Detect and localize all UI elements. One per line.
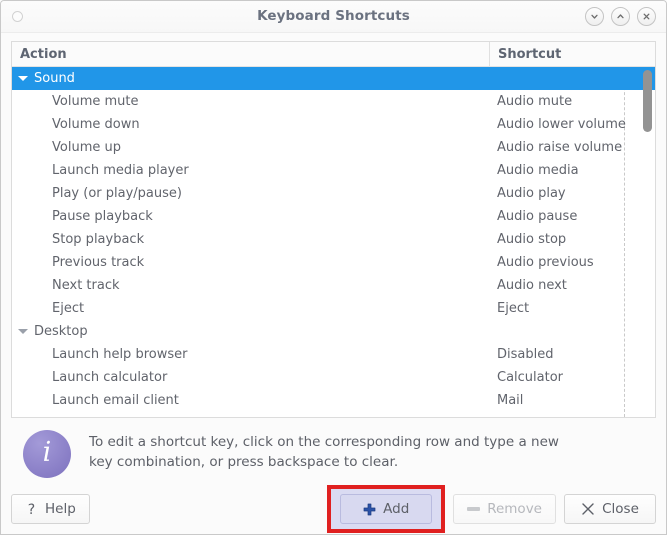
- button-bar: ? Help Add Remove Close: [1, 484, 666, 534]
- list-header: Action Shortcut: [12, 42, 655, 67]
- table-row[interactable]: Sound: [12, 67, 655, 90]
- list-rows: Sound Volume mute Audio mute Volume down Aud…: [12, 67, 655, 417]
- table-row[interactable]: Volume mute Audio mute: [12, 90, 655, 113]
- table-row[interactable]: Launch help browser Disabled: [12, 343, 655, 366]
- action-cell: Launch email client: [52, 393, 179, 408]
- shortcut-cell: Audio lower volume: [497, 117, 626, 132]
- minus-icon: [467, 507, 481, 511]
- shortcut-cell: Audio raise volume: [497, 140, 623, 155]
- shortcut-cell: Disabled: [497, 347, 554, 362]
- close-button[interactable]: [637, 7, 656, 26]
- action-cell: Play (or play/pause): [52, 186, 182, 201]
- close-dialog-button[interactable]: Close: [564, 494, 656, 524]
- table-row[interactable]: Pause playback Audio pause: [12, 205, 655, 228]
- shortcut-cell: Audio media: [497, 163, 579, 178]
- help-button-label: Help: [45, 501, 76, 517]
- group-row-label: Desktop: [12, 324, 489, 339]
- shortcut-cell: WWW: [489, 416, 655, 417]
- shortcut-cell: Audio play: [497, 186, 566, 201]
- action-cell: Volume up: [52, 140, 121, 155]
- action-cell: Launch web browser: [12, 416, 489, 417]
- keyboard-shortcuts-window: Keyboard Shortcuts Action Shortcut Sound…: [0, 0, 667, 535]
- action-cell: Volume down: [52, 117, 140, 132]
- scrollbar-thumb[interactable]: [643, 70, 652, 132]
- shortcut-cell: Audio previous: [497, 255, 594, 270]
- vertical-scrollbar[interactable]: [641, 67, 654, 416]
- help-button[interactable]: ? Help: [11, 494, 90, 524]
- disclosure-triangle-icon[interactable]: [18, 329, 28, 334]
- table-row[interactable]: Launch email client Mail: [12, 389, 655, 412]
- shortcut-cell: Audio mute: [497, 94, 573, 109]
- remove-button-label: Remove: [487, 501, 542, 517]
- disclosure-triangle-icon[interactable]: [18, 76, 28, 81]
- add-button[interactable]: Add: [340, 494, 433, 524]
- info-icon: i: [23, 430, 71, 478]
- action-cell: Next track: [52, 278, 120, 293]
- close-x-icon: [581, 502, 595, 516]
- chevron-up-icon: [615, 11, 626, 22]
- chevron-down-icon: [589, 11, 600, 22]
- title-bar: Keyboard Shortcuts: [1, 1, 666, 33]
- table-row[interactable]: Volume down Audio lower volume: [12, 113, 655, 136]
- shortcuts-list[interactable]: Action Shortcut Sound Volume mute Audio mu…: [11, 41, 656, 418]
- question-mark-icon: ?: [25, 502, 38, 517]
- action-cell: Launch media player: [52, 163, 189, 178]
- list-body: Sound Volume mute Audio mute Volume down Aud…: [12, 67, 655, 417]
- table-row[interactable]: Desktop: [12, 320, 655, 343]
- table-row[interactable]: Eject Eject: [12, 297, 655, 320]
- maximize-button[interactable]: [611, 7, 630, 26]
- close-x-icon: [641, 11, 652, 22]
- info-text: To edit a shortcut key, click on the cor…: [89, 434, 559, 470]
- add-button-highlight: Add: [327, 485, 446, 533]
- table-row[interactable]: Stop playback Audio stop: [12, 228, 655, 251]
- action-buttons-group: Add Remove Close: [327, 484, 656, 534]
- info-area: i To edit a shortcut key, click on the c…: [1, 418, 666, 484]
- table-row[interactable]: Volume up Audio raise volume: [12, 136, 655, 159]
- action-cell: Previous track: [52, 255, 145, 270]
- table-row[interactable]: Previous track Audio previous: [12, 251, 655, 274]
- window-title: Keyboard Shortcuts: [257, 8, 410, 24]
- action-cell: Stop playback: [52, 232, 145, 247]
- shortcut-cell: Calculator: [497, 370, 564, 385]
- group-label-text: Desktop: [34, 324, 88, 339]
- column-header-shortcut[interactable]: Shortcut: [489, 42, 655, 66]
- remove-button[interactable]: Remove: [453, 494, 556, 524]
- action-cell: Pause playback: [52, 209, 153, 224]
- action-cell: Volume mute: [52, 94, 139, 109]
- action-cell: Launch help browser: [52, 347, 188, 362]
- shortcut-cell: Audio pause: [497, 209, 578, 224]
- shortcut-cell: Audio stop: [497, 232, 567, 247]
- minimize-button[interactable]: [585, 7, 604, 26]
- table-row[interactable]: Launch web browserWWW: [12, 412, 655, 417]
- table-row[interactable]: Next track Audio next: [12, 274, 655, 297]
- action-cell: Launch calculator: [52, 370, 168, 385]
- shortcut-cell: Audio next: [497, 278, 567, 293]
- table-row[interactable]: Launch media player Audio media: [12, 159, 655, 182]
- table-row[interactable]: Play (or play/pause) Audio play: [12, 182, 655, 205]
- shortcut-cell: Eject: [497, 301, 530, 316]
- add-button-label: Add: [383, 501, 410, 517]
- group-row-label: Sound: [12, 71, 489, 86]
- shortcut-cell: Mail: [497, 393, 524, 408]
- plus-icon: [363, 503, 376, 516]
- group-label-text: Sound: [34, 71, 75, 86]
- column-header-action[interactable]: Action: [12, 42, 489, 66]
- svg-text:?: ?: [28, 502, 35, 517]
- table-row[interactable]: Launch calculator Calculator: [12, 366, 655, 389]
- close-dialog-button-label: Close: [602, 501, 639, 517]
- action-cell: Eject: [52, 301, 85, 316]
